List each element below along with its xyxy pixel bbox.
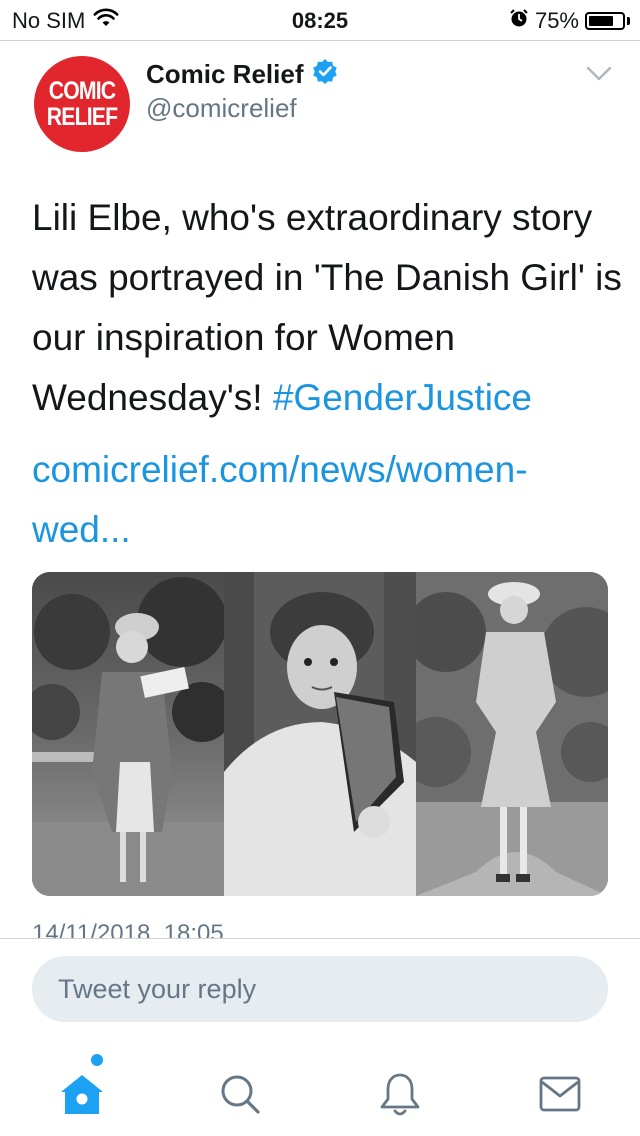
status-bar: No SIM 08:25 75% xyxy=(0,0,640,40)
avatar[interactable]: COMIC RELIEF xyxy=(34,56,130,152)
notifications-icon xyxy=(378,1071,422,1122)
tweet-media[interactable] xyxy=(32,572,608,896)
battery-tip xyxy=(627,17,630,25)
search-icon xyxy=(218,1072,262,1121)
article-link[interactable]: comicrelief.com/news/women-wed... xyxy=(32,440,612,560)
tab-notifications[interactable] xyxy=(370,1066,430,1126)
verified-badge-icon xyxy=(312,58,338,91)
messages-icon xyxy=(538,1075,582,1118)
battery-level xyxy=(589,16,613,26)
divider xyxy=(0,938,640,939)
tab-search[interactable] xyxy=(210,1066,270,1126)
photo-3[interactable] xyxy=(416,572,608,896)
user-handle[interactable]: @comicrelief xyxy=(146,93,297,124)
photo-1[interactable] xyxy=(32,572,224,896)
tab-home[interactable] xyxy=(52,1066,112,1126)
reply-input[interactable]: Tweet your reply xyxy=(32,956,608,1022)
display-name[interactable]: Comic Relief xyxy=(146,58,338,91)
display-name-label: Comic Relief xyxy=(146,59,304,89)
status-right: 75% xyxy=(509,8,630,34)
hashtag-link[interactable]: #GenderJustice xyxy=(273,377,532,418)
battery-icon xyxy=(585,12,625,30)
new-content-indicator xyxy=(91,1054,103,1066)
battery-percent: 75% xyxy=(534,8,579,33)
home-icon xyxy=(58,1072,106,1121)
photo-2[interactable] xyxy=(224,572,416,896)
tab-messages[interactable] xyxy=(530,1066,590,1126)
divider xyxy=(0,40,640,41)
chevron-down-icon[interactable] xyxy=(586,66,612,87)
alarm-icon xyxy=(509,8,529,34)
avatar-logo: COMIC RELIEF xyxy=(46,77,118,131)
tweet-timestamp: 14/11/2018, 18:05 xyxy=(32,920,224,938)
tweet-text: Lili Elbe, who's extraordinary story was… xyxy=(32,188,622,428)
